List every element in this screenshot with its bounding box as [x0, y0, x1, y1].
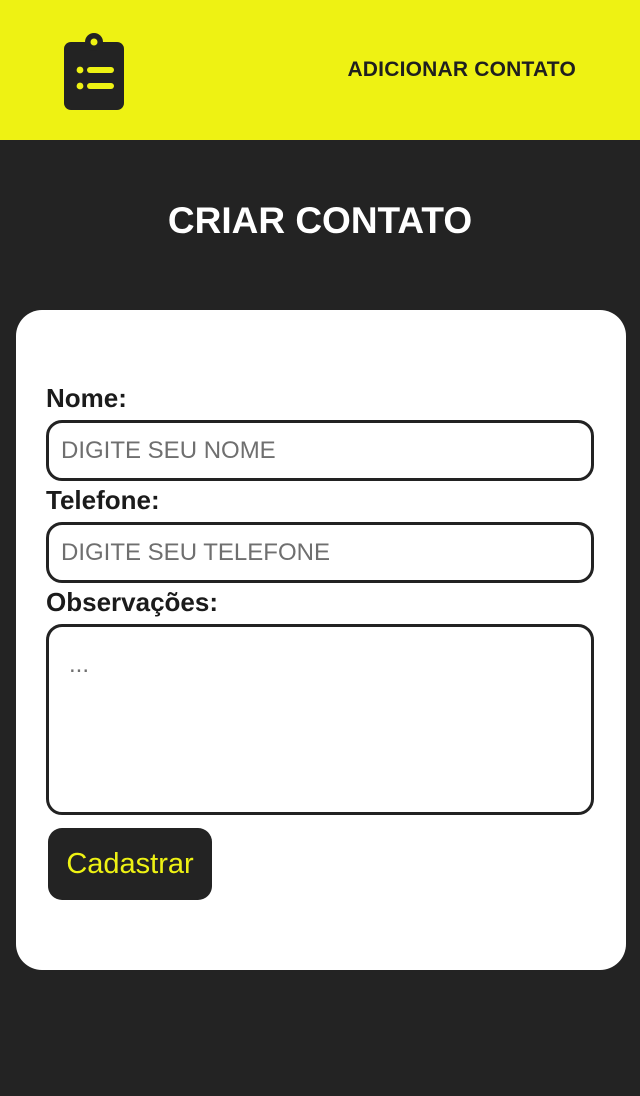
app-header: ADICIONAR CONTATO: [0, 0, 640, 140]
phone-input[interactable]: [46, 522, 594, 583]
notes-label: Observações:: [46, 587, 218, 617]
contact-form: Nome: Telefone: Observações: Cadastrar: [16, 310, 626, 970]
name-label: Nome:: [46, 383, 127, 413]
phone-label: Telefone:: [46, 485, 160, 515]
submit-button[interactable]: Cadastrar: [48, 828, 212, 900]
page-title: CRIAR CONTATO: [167, 200, 473, 241]
name-input[interactable]: [46, 420, 594, 481]
notes-textarea[interactable]: [46, 624, 594, 815]
add-contact-link[interactable]: ADICIONAR CONTATO: [347, 58, 576, 82]
clipboard-list-icon[interactable]: [64, 32, 124, 110]
